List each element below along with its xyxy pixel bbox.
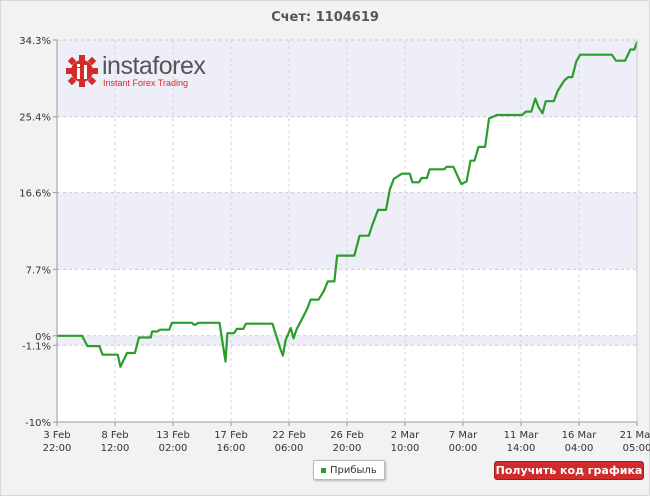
legend-swatch	[321, 467, 326, 473]
x-tick-label-time: 06:00	[275, 443, 304, 454]
y-tick-label: 16.6%	[19, 189, 51, 200]
x-tick-label-time: 10:00	[391, 443, 420, 454]
x-tick-label-time: 12:00	[101, 443, 130, 454]
legend-item-profit[interactable]: Прибыль	[313, 460, 385, 480]
x-tick-label-date: 16 Mar	[562, 430, 598, 441]
x-tick-label-date: 17 Feb	[214, 430, 248, 441]
x-tick-label-date: 2 Mar	[391, 430, 420, 441]
y-tick-label: -1.1%	[22, 341, 51, 352]
x-tick-label-date: 21 Mar	[620, 430, 650, 441]
x-tick-label-time: 02:00	[159, 443, 188, 454]
legend-label: Прибыль	[330, 464, 377, 476]
y-tick-label: 7.7%	[26, 265, 51, 276]
x-tick-label-time: 22:00	[43, 443, 72, 454]
x-tick-label-date: 22 Feb	[272, 430, 306, 441]
x-tick-label-time: 04:00	[565, 443, 594, 454]
y-tick-label: 25.4%	[19, 113, 51, 124]
x-tick-label-date: 13 Feb	[156, 430, 190, 441]
logo-name: instaforex	[102, 52, 206, 80]
x-tick-label-time: 16:00	[217, 443, 246, 454]
x-tick-label-date: 26 Feb	[330, 430, 364, 441]
x-tick-label-date: 7 Mar	[449, 430, 478, 441]
y-tick-label: -10%	[25, 418, 51, 429]
x-tick-label-date: 11 Mar	[504, 430, 540, 441]
x-tick-label-time: 20:00	[333, 443, 362, 454]
x-tick-label-date: 3 Feb	[43, 430, 70, 441]
y-tick-label: 34.3%	[19, 36, 51, 47]
x-tick-label-time: 05:00	[623, 443, 650, 454]
gear-logo-icon	[66, 55, 98, 87]
x-tick-label-date: 8 Feb	[101, 430, 128, 441]
logo-text: instaforex Instant Forex Trading	[102, 52, 206, 89]
get-chart-code-button[interactable]: Получить код графика	[494, 461, 644, 480]
x-tick-label-time: 00:00	[449, 443, 478, 454]
instaforex-logo: instaforex Instant Forex Trading	[66, 52, 206, 89]
x-tick-label-time: 14:00	[507, 443, 536, 454]
